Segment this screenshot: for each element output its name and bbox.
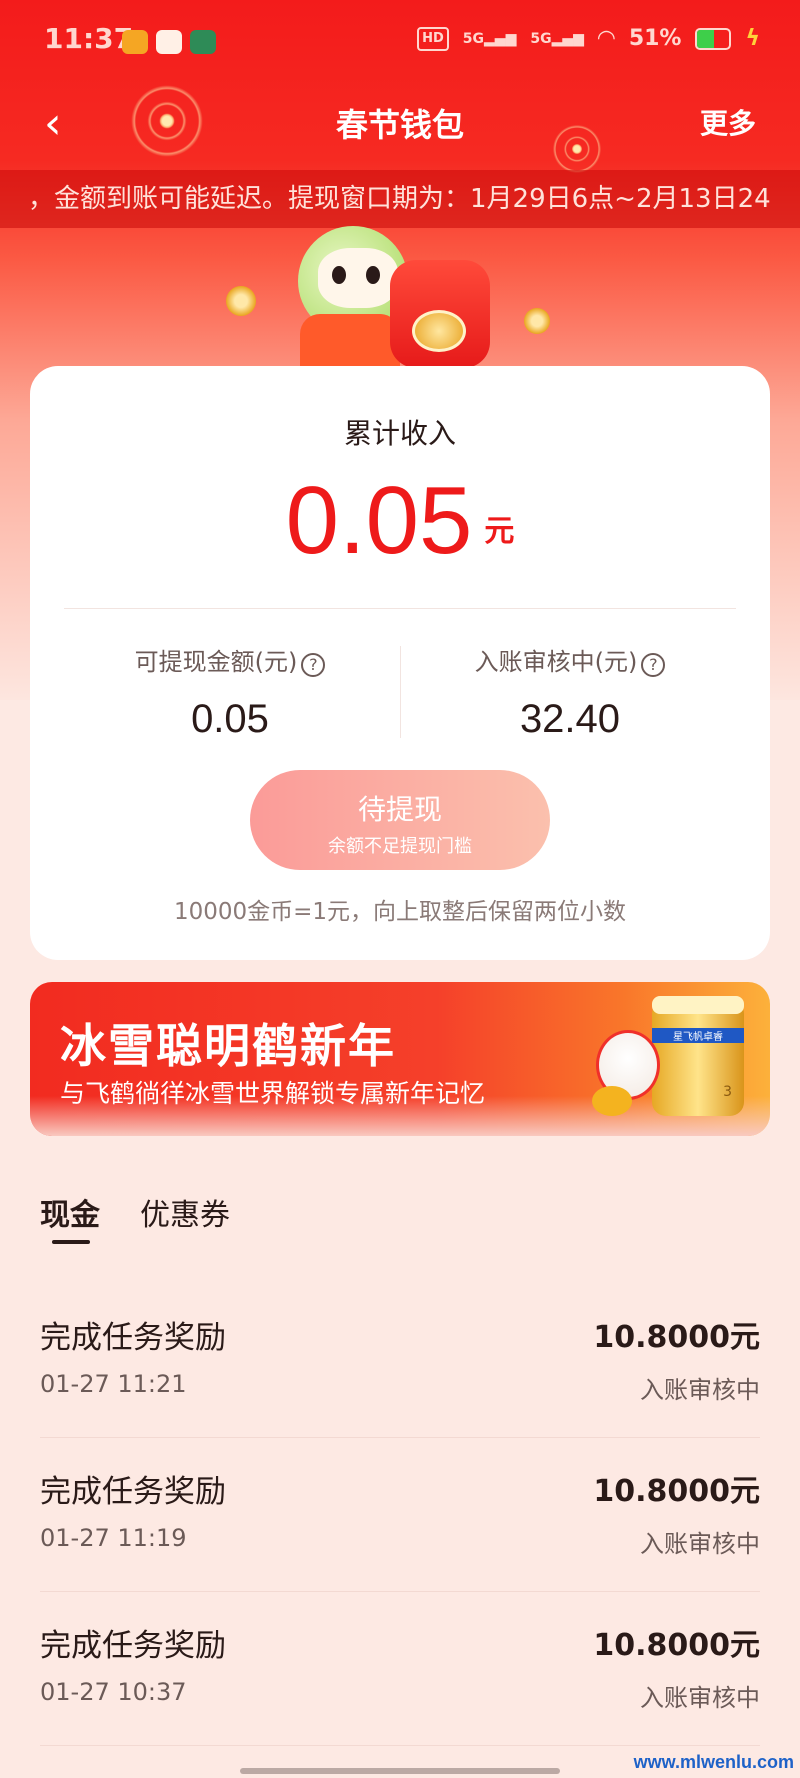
battery-fill (697, 29, 714, 48)
income-value: 0.05 (285, 467, 473, 574)
income-unit: 元 (484, 514, 515, 549)
wifi-icon: ◠ (597, 26, 615, 51)
transaction-title: 完成任务奖励 (40, 1474, 226, 1510)
transaction-list: 完成任务奖励 01-27 11:21 10.8000元 入账审核中 完成任务奖励… (40, 1284, 760, 1746)
help-icon[interactable]: ? (641, 653, 666, 677)
notification-icons (122, 30, 216, 54)
pending-label: 入账审核中(元) (474, 648, 638, 676)
page-title: 春节钱包 (335, 106, 464, 144)
promo-banner[interactable]: 冰雪聪明鹤新年 与飞鹤徜徉冰雪世界解锁专属新年记忆 星飞帆卓睿 3 (30, 982, 770, 1136)
exchange-rule: 10000金币=1元，向上取整后保留两位小数 (173, 899, 627, 925)
banner-title: 冰雪聪明鹤新年 (60, 1019, 396, 1073)
transaction-amount: 10.8000元 (593, 1474, 760, 1509)
can-label: 星飞帆卓睿 (652, 1028, 744, 1043)
milk-can-image: 星飞帆卓睿 3 (652, 1000, 744, 1116)
charging-icon: ϟ (745, 26, 760, 51)
withdrawable-stat: 可提现金额(元)? 0.05 (60, 642, 400, 742)
income-card: 累计收入 0.05 元 可提现金额(元)? 0.05 入账审核中(元)? 32.4… (30, 366, 770, 960)
transaction-title: 完成任务奖励 (40, 1320, 226, 1356)
transaction-amount: 10.8000元 (593, 1320, 760, 1355)
app-notification-icon (122, 30, 148, 54)
coin-icon (226, 286, 256, 316)
help-icon[interactable]: ? (301, 653, 326, 677)
pending-value: 32.40 (519, 697, 621, 741)
signal-icon: 5G▂▄▆ (462, 30, 517, 47)
transaction-time: 01-27 10:37 (40, 1678, 187, 1706)
transaction-amount: 10.8000元 (593, 1628, 760, 1663)
app-notification-icon (190, 30, 216, 54)
withdraw-button-label: 待提现 (357, 793, 442, 826)
list-item[interactable]: 完成任务奖励 01-27 11:21 10.8000元 入账审核中 (40, 1284, 760, 1438)
banner-subtitle: 与飞鹤徜徉冰雪世界解锁专属新年记忆 (60, 1079, 486, 1108)
withdrawable-value: 0.05 (191, 697, 269, 741)
can-number: 3 (723, 1084, 732, 1100)
ticker-text: ，金额到账可能延迟。提现窗口期为：1月29日6点~2月13日24 (28, 184, 771, 214)
income-label: 累计收入 (343, 417, 456, 450)
coin-icon (524, 308, 550, 334)
transaction-time: 01-27 11:21 (40, 1370, 187, 1398)
battery-percent: 51% (628, 26, 682, 51)
transaction-status: 入账审核中 (640, 1376, 760, 1404)
battery-icon (695, 27, 732, 50)
status-bar: 11:37 HD 5G▂▄▆ 5G▂▄▆ ◠ 51% ϟ (0, 0, 800, 84)
list-item[interactable]: 完成任务奖励 01-27 10:37 10.8000元 入账审核中 (40, 1592, 760, 1746)
signal-icon: 5G▂▄▆ (530, 30, 584, 47)
tab-cash[interactable]: 现金 (40, 1190, 100, 1234)
mascot-illustration (280, 218, 510, 368)
withdrawable-label: 可提现金额(元) (134, 648, 298, 676)
nav-bar: ‹ 春节钱包 更多 (0, 84, 800, 164)
transaction-status: 入账审核中 (640, 1684, 760, 1712)
pending-stat: 入账审核中(元)? 32.40 (400, 642, 740, 742)
divider (64, 608, 736, 609)
list-item[interactable]: 完成任务奖励 01-27 11:19 10.8000元 入账审核中 (40, 1438, 760, 1592)
status-time: 11:37 (44, 22, 134, 55)
transaction-title: 完成任务奖励 (40, 1628, 226, 1664)
income-total: 0.05 元 (30, 466, 770, 576)
more-button[interactable]: 更多 (700, 102, 756, 142)
transaction-time: 01-27 11:19 (40, 1524, 187, 1552)
tab-active-indicator (52, 1240, 90, 1244)
withdraw-button-sublabel: 余额不足提现门槛 (328, 836, 472, 857)
tab-coupons[interactable]: 优惠券 (140, 1190, 230, 1234)
hd-icon: HD (417, 26, 449, 51)
transaction-status: 入账审核中 (640, 1530, 760, 1558)
app-notification-icon (156, 30, 182, 54)
home-indicator[interactable] (240, 1768, 560, 1774)
withdraw-button[interactable]: 待提现 余额不足提现门槛 (250, 770, 550, 870)
watermark: www.mlwenlu.com (633, 1752, 794, 1772)
